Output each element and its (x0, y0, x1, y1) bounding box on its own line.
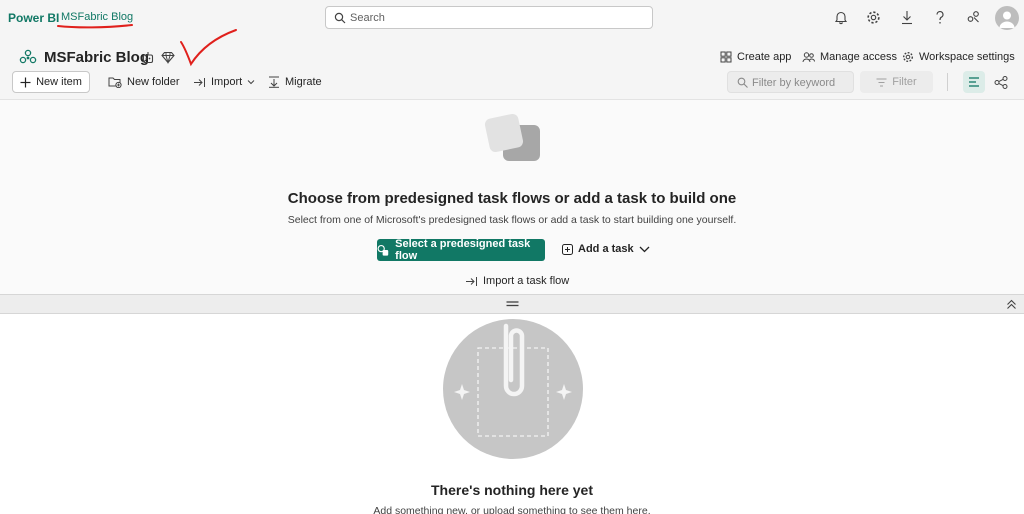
workspace-title: MSFabric Blog (44, 49, 150, 66)
new-folder-button[interactable]: New folder (108, 76, 180, 88)
select-task-flow-label: Select a predesigned task flow (395, 238, 531, 262)
new-item-label: New item (36, 76, 82, 88)
add-task-label: Add a task (578, 243, 634, 255)
resize-splitter[interactable] (0, 294, 1024, 314)
new-folder-label: New folder (127, 76, 180, 88)
filter-icon (876, 78, 887, 86)
red-checkmark-annotation (180, 29, 237, 67)
help-icon[interactable] (934, 10, 946, 25)
workspace-settings-label: Workspace settings (919, 51, 1015, 63)
migrate-label: Migrate (285, 76, 322, 88)
folder-add-icon (108, 77, 122, 88)
create-app-button[interactable]: Create app (720, 51, 791, 63)
apps-icon (720, 51, 732, 63)
add-square-icon (562, 243, 573, 255)
avatar[interactable] (995, 6, 1019, 30)
search-icon (334, 12, 346, 24)
new-item-button[interactable]: New item (12, 71, 90, 93)
gear-icon (902, 51, 914, 63)
gear-icon[interactable] (866, 10, 881, 25)
import-icon (466, 276, 477, 286)
brand-label[interactable]: Power BI (8, 11, 59, 25)
create-app-label: Create app (737, 51, 792, 63)
empty-state-illustration (443, 319, 583, 459)
filter-keyword-placeholder: Filter by keyword (752, 77, 836, 89)
manage-access-button[interactable]: Manage access (802, 51, 897, 63)
workspace-icon (19, 49, 37, 64)
workspace-settings-button[interactable]: Workspace settings (902, 51, 1015, 63)
add-task-dropdown[interactable]: Add a task (562, 243, 650, 255)
select-task-flow-button[interactable]: Select a predesigned task flow (377, 238, 545, 262)
chevron-down-icon (639, 246, 650, 252)
download-icon[interactable] (900, 10, 914, 25)
import-icon (194, 77, 205, 87)
share-people-icon[interactable] (966, 10, 981, 25)
task-flow-subtext: Select from one of Microsoft's predesign… (287, 214, 737, 226)
empty-state-subtext: Add something new, or upload something t… (373, 505, 651, 514)
plus-icon (20, 77, 31, 87)
workspace-identity-icon[interactable] (141, 50, 155, 64)
drag-handle-icon[interactable] (506, 301, 519, 307)
import-label: Import (211, 76, 243, 88)
search-placeholder: Search (350, 12, 385, 24)
filter-label: Filter (892, 76, 917, 88)
list-view-icon (969, 77, 979, 87)
migrate-icon (269, 76, 279, 88)
import-dropdown[interactable]: Import (193, 76, 255, 88)
search-input[interactable]: Search (325, 6, 653, 29)
import-task-flow-label: Import a task flow (483, 275, 570, 287)
bell-icon[interactable] (834, 10, 848, 25)
manage-access-label: Manage access (820, 51, 898, 63)
import-task-flow-link[interactable]: Import a task flow (465, 275, 569, 287)
top-bar: Power BI MSFabric Blog Search (0, 0, 1024, 36)
diamond-icon[interactable] (161, 50, 175, 64)
filter-button[interactable]: Filter (860, 71, 933, 93)
task-flow-icon (377, 244, 389, 256)
task-flow-illustration (484, 113, 540, 161)
toolbar-divider (947, 73, 948, 91)
collapse-up-icon[interactable] (1006, 299, 1017, 310)
migrate-button[interactable]: Migrate (268, 76, 322, 88)
red-underline-annotation (57, 24, 133, 29)
list-view-toggle[interactable] (963, 71, 985, 93)
lineage-view-icon[interactable] (994, 76, 1008, 89)
search-icon (737, 77, 748, 88)
person-icon (999, 11, 1015, 28)
task-flow-heading: Choose from predesigned task flows or ad… (287, 190, 737, 207)
chevron-down-icon (247, 80, 255, 85)
people-icon (802, 52, 815, 63)
empty-state-title: There's nothing here yet (430, 482, 594, 498)
filter-keyword-input[interactable]: Filter by keyword (727, 71, 854, 93)
